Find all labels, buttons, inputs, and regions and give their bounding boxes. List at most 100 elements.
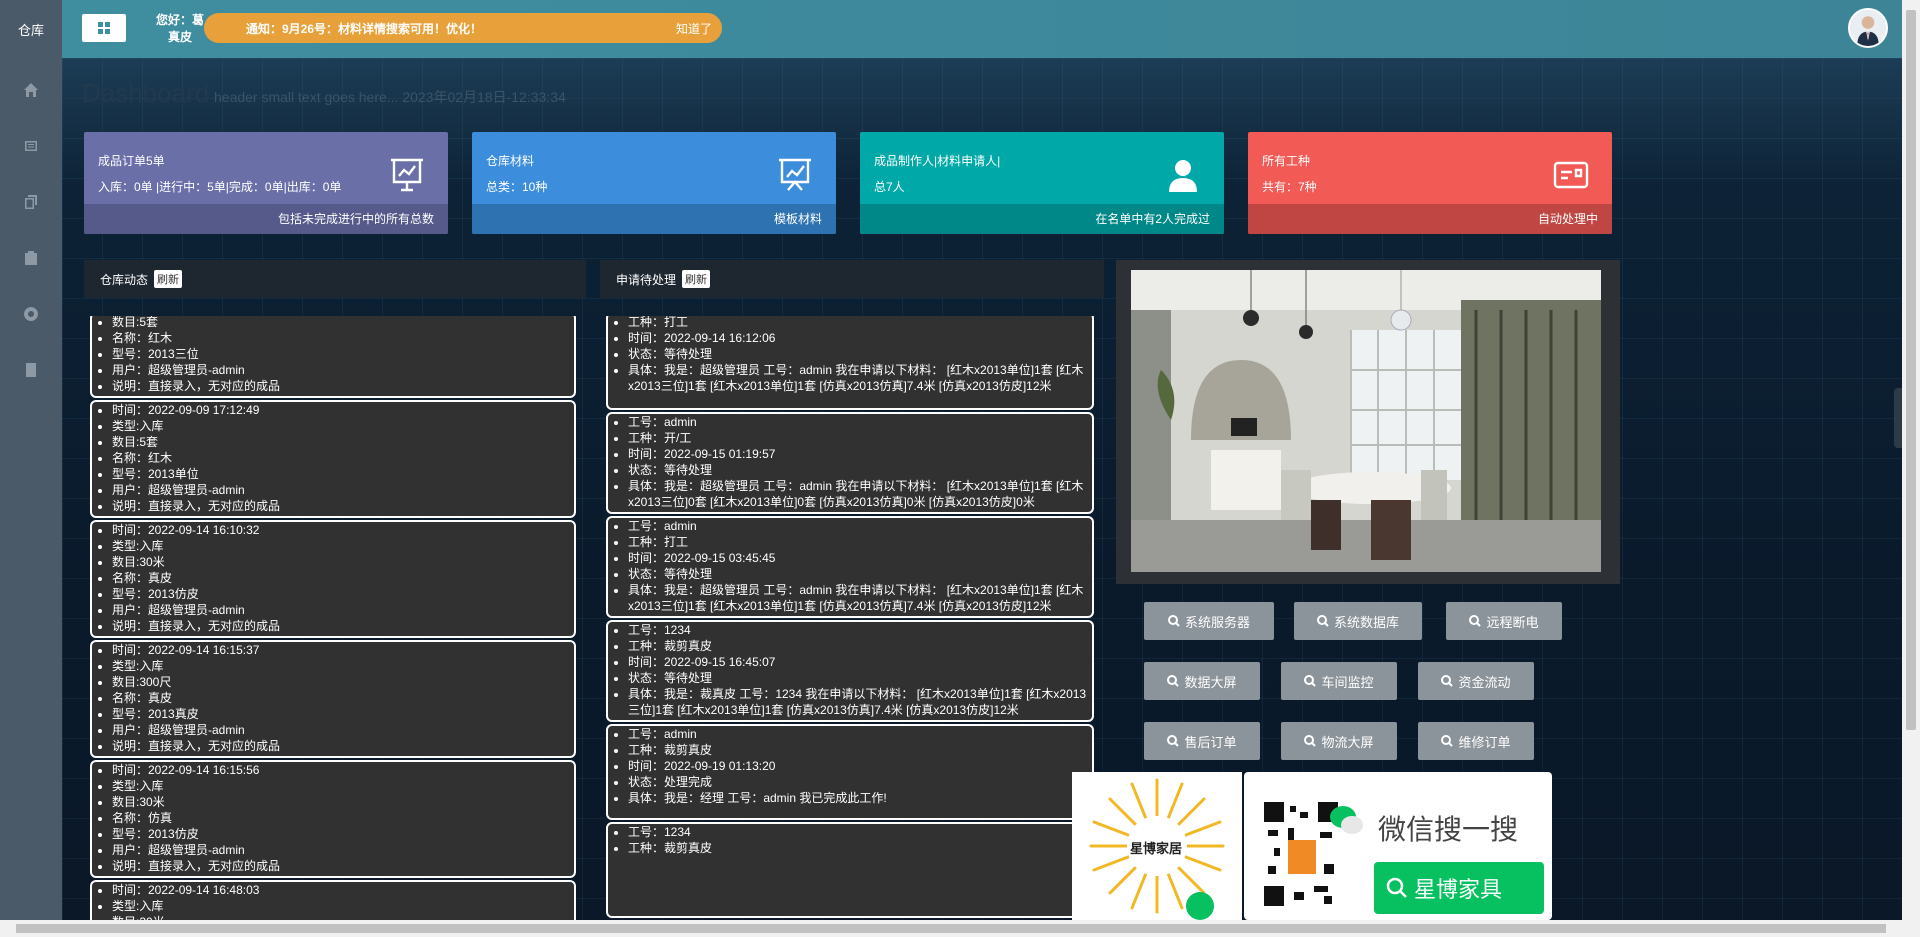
list-item-line: 型号：2013真皮 bbox=[112, 706, 570, 722]
vertical-scrollbar[interactable] bbox=[1902, 0, 1920, 920]
list-item-line: 名称：仿真 bbox=[112, 810, 570, 826]
list-item-line: 时间：2022-09-09 17:12:49 bbox=[112, 402, 570, 418]
wechat-search-card[interactable]: 微信搜一搜 星博家具 bbox=[1244, 772, 1552, 920]
list-item-line: 时间：2022-09-14 16:15:56 bbox=[112, 762, 570, 778]
list-item-line: 说明：直接录入，无对应的成品 bbox=[112, 498, 570, 514]
list-item-line: 工种：打工 bbox=[628, 534, 1088, 550]
list-item-line: 时间：2022-09-15 16:45:07 bbox=[628, 654, 1088, 670]
btn-logistics-screen[interactable]: 物流大屏 bbox=[1281, 722, 1397, 760]
list-item-line: 时间：2022-09-15 03:45:45 bbox=[628, 550, 1088, 566]
list-item-line: 用户：超级管理员-admin bbox=[112, 602, 570, 618]
clipboard-icon[interactable] bbox=[0, 230, 62, 286]
notice-text: 通知：9月26号：材料详情搜索可用！优化！ bbox=[246, 21, 483, 36]
list-item-line: 说明：直接录入，无对应的成品 bbox=[112, 738, 570, 754]
btn-cash-flow[interactable]: 资金流动 bbox=[1418, 662, 1534, 700]
request-feed[interactable]: 工种：打工时间：2022-09-14 16:12:06状态：等待处理具体：我是：… bbox=[606, 316, 1094, 937]
copy-icon[interactable] bbox=[0, 174, 62, 230]
wechat-search-button[interactable]: 星博家具 bbox=[1374, 862, 1544, 914]
btn-system-database[interactable]: 系统数据库 bbox=[1294, 602, 1422, 640]
showroom-image bbox=[1131, 270, 1601, 572]
page-subtitle: header small text goes here... 2023年02月1… bbox=[214, 89, 566, 105]
list-item-line: 工种：裁剪真皮 bbox=[628, 638, 1088, 654]
wechat-search-title: 微信搜一搜 bbox=[1378, 814, 1519, 845]
list-item-line: 类型:入库 bbox=[112, 778, 570, 794]
list-item-line: 数目:300尺 bbox=[112, 674, 570, 690]
list-item-line: 工号：admin bbox=[628, 414, 1088, 430]
list-item-line: 名称：真皮 bbox=[112, 690, 570, 706]
list-item-line: 型号：2013仿皮 bbox=[112, 586, 570, 602]
main-content: Dashboard header small text goes here...… bbox=[62, 58, 1902, 934]
id-card-icon bbox=[1552, 156, 1590, 194]
request-detail: 具体：我是：超级管理员 工号：admin 我在申请以下材料： [红木x2013单… bbox=[628, 582, 1088, 614]
btn-repair-orders[interactable]: 维修订单 bbox=[1418, 722, 1534, 760]
list-item-line: 时间：2022-09-14 16:12:06 bbox=[628, 330, 1088, 346]
search-icon bbox=[1304, 675, 1317, 687]
list-item-line: 类型:入库 bbox=[112, 658, 570, 674]
list-item: 时间：2022-09-14 16:15:37类型:入库数目:300尺名称：真皮型… bbox=[90, 640, 576, 758]
list-item-line: 名称：真皮 bbox=[112, 570, 570, 586]
list-item-line: 数目:5套 bbox=[112, 434, 570, 450]
btn-data-screen[interactable]: 数据大屏 bbox=[1144, 662, 1260, 700]
list-item-line: 类型:入库 bbox=[112, 538, 570, 554]
card-job-types[interactable]: 所有工种 共有：7种 自动处理中 bbox=[1248, 132, 1612, 234]
list-icon[interactable] bbox=[0, 342, 62, 398]
list-item: 时间：2022-09-14 16:10:32类型:入库数目:30米名称：真皮型号… bbox=[90, 520, 576, 638]
list-item-line: 名称：红木 bbox=[112, 330, 570, 346]
list-item-line: 时间：2022-09-14 16:15:37 bbox=[112, 642, 570, 658]
brand-title[interactable]: 仓库 bbox=[0, 0, 62, 62]
compass-icon[interactable] bbox=[0, 286, 62, 342]
page-title: Dashboard bbox=[82, 78, 210, 108]
mini-program-code[interactable]: 星博家居 bbox=[1072, 772, 1242, 920]
btn-workshop-monitor[interactable]: 车间监控 bbox=[1281, 662, 1397, 700]
search-icon bbox=[1316, 615, 1329, 627]
list-item-line: 状态：等待处理 bbox=[628, 566, 1088, 582]
menu-grid-button[interactable] bbox=[82, 14, 126, 42]
home-icon[interactable] bbox=[0, 62, 62, 118]
request-detail: 具体：我是：超级管理员 工号：admin 我在申请以下材料： [红木x2013单… bbox=[628, 478, 1088, 510]
btn-system-server[interactable]: 系统服务器 bbox=[1144, 602, 1274, 640]
search-icon bbox=[1167, 615, 1180, 627]
user-greeting: 您好：葛 真皮 bbox=[155, 13, 205, 44]
inbox-icon[interactable] bbox=[0, 118, 62, 174]
card-warehouse-materials[interactable]: 仓库材料 总类：10种 模板材料 bbox=[472, 132, 836, 234]
list-item-line: 型号：2013三位 bbox=[112, 346, 570, 362]
card-finished-orders[interactable]: 成品订单5单 入库：0单 |进行中：5单|完成：0单|出库：0单 包括未完成进行… bbox=[84, 132, 448, 234]
list-item-line: 工号：1234 bbox=[628, 622, 1088, 638]
avatar[interactable] bbox=[1848, 8, 1888, 48]
list-item-line: 时间：2022-09-14 16:48:03 bbox=[112, 882, 570, 898]
btn-after-sales[interactable]: 售后订单 bbox=[1144, 722, 1260, 760]
refresh-button[interactable]: 刷新 bbox=[682, 270, 711, 288]
list-item-line: 时间：2022-09-15 01:19:57 bbox=[628, 446, 1088, 462]
card-makers-applicants[interactable]: 成品制作人|材料申请人| 总7人 在名单中有2人完成过 bbox=[860, 132, 1224, 234]
horizontal-scrollbar[interactable] bbox=[0, 920, 1920, 937]
side-drawer-handle[interactable] bbox=[1894, 388, 1902, 448]
list-item-line: 用户：超级管理员-admin bbox=[112, 722, 570, 738]
topbar: 您好：葛 真皮 通知：9月26号：材料详情搜索可用！优化！ 知道了 bbox=[62, 0, 1920, 58]
user-icon bbox=[1164, 156, 1202, 194]
btn-remote-poweroff[interactable]: 远程断电 bbox=[1446, 602, 1562, 640]
warehouse-feed[interactable]: 数目:5套名称：红木型号：2013三位用户：超级管理员-admin说明：直接录入… bbox=[90, 316, 576, 937]
list-item: 工号：1234工种：裁剪真皮 bbox=[606, 822, 1094, 918]
list-item-line: 时间：2022-09-19 01:13:20 bbox=[628, 758, 1088, 774]
presentation-icon bbox=[388, 156, 426, 194]
list-item-line: 说明：直接录入，无对应的成品 bbox=[112, 618, 570, 634]
notice-ack-link[interactable]: 知道了 bbox=[676, 20, 712, 37]
refresh-button[interactable]: 刷新 bbox=[154, 270, 183, 288]
list-item-line: 说明：直接录入，无对应的成品 bbox=[112, 858, 570, 874]
list-item: 工号：admin工种：开/工时间：2022-09-15 01:19:57状态：等… bbox=[606, 412, 1094, 514]
list-item-line: 工号：admin bbox=[628, 518, 1088, 534]
warehouse-panel-header: 仓库动态 刷新 bbox=[84, 260, 586, 298]
list-item-line: 具体：我是：经理 工号：admin 我已完成此工作! bbox=[628, 790, 1088, 806]
search-icon bbox=[1386, 877, 1407, 898]
search-icon bbox=[1304, 735, 1317, 747]
list-item-line: 状态：等待处理 bbox=[628, 670, 1088, 686]
qr-code-icon bbox=[1264, 802, 1338, 906]
showroom-image-panel bbox=[1116, 260, 1620, 584]
list-item: 时间：2022-09-14 16:15:56类型:入库数目:30米名称：仿真型号… bbox=[90, 760, 576, 878]
list-item-line: 型号：2013单位 bbox=[112, 466, 570, 482]
list-item: 工号：admin工种：打工时间：2022-09-15 03:45:45状态：等待… bbox=[606, 516, 1094, 618]
list-item-line: 用户：超级管理员-admin bbox=[112, 362, 570, 378]
promo-area: 星博家居 微信搜一搜 星博家具 bbox=[1072, 772, 1552, 920]
list-item-line: 工号：1234 bbox=[628, 824, 1088, 840]
list-item-line: 数目:30米 bbox=[112, 554, 570, 570]
